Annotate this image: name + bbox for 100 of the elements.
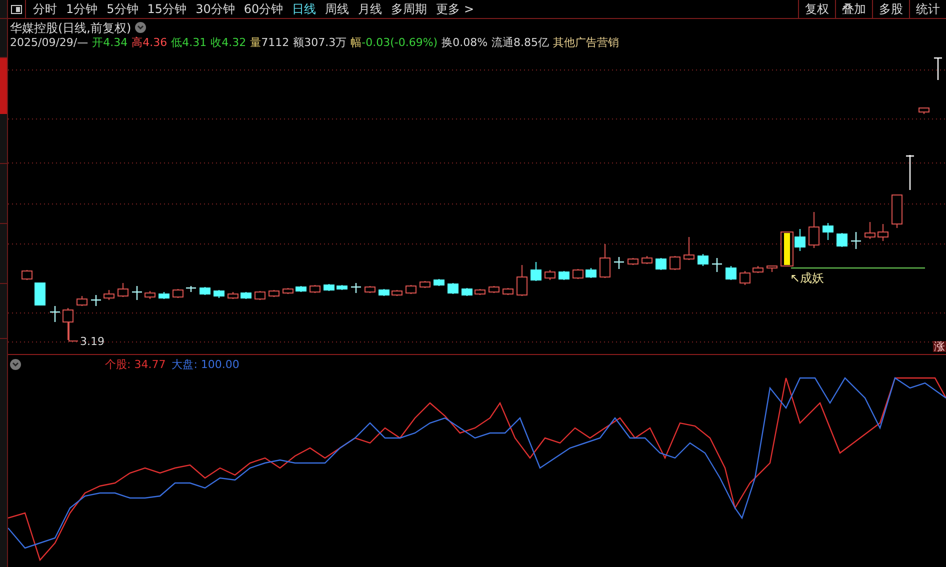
- candlestick: [684, 236, 694, 260]
- quote-text: 7112: [261, 36, 290, 48]
- candlestick: [544, 270, 556, 280]
- chevron-down-icon[interactable]: [10, 359, 21, 370]
- candlestick: [214, 290, 224, 298]
- chart-title: 华媒控股(日线,前复权): [10, 22, 132, 34]
- candlestick: [726, 266, 736, 280]
- panel-toggle-icon[interactable]: [8, 0, 26, 18]
- candlestick: [351, 283, 361, 293]
- candlestick: [254, 290, 266, 300]
- candlestick: [864, 222, 876, 240]
- signal-label: ↖成妖: [790, 272, 824, 284]
- quote-date: 2025/09/29/—: [10, 36, 88, 48]
- period-tab[interactable]: 月线: [358, 3, 382, 15]
- candlestick: [268, 290, 280, 298]
- candlestick: [144, 290, 156, 300]
- period-tab[interactable]: 60分钟: [244, 3, 284, 15]
- candlestick: [172, 288, 184, 298]
- candlestick: [324, 284, 334, 292]
- leader-line: [68, 322, 78, 342]
- quote-text: 低4.31: [171, 36, 207, 48]
- candlestick: [392, 290, 402, 296]
- candlestick: [62, 308, 74, 340]
- period-tab[interactable]: 1分钟: [66, 3, 98, 15]
- chevron-down-icon[interactable]: [135, 22, 146, 33]
- candlestick: [670, 256, 680, 270]
- rise-badge: 涨: [933, 341, 946, 352]
- candlestick: [282, 288, 294, 294]
- period-tab[interactable]: 多周期: [391, 3, 428, 15]
- candlestick: [572, 268, 584, 280]
- candlestick: [516, 264, 528, 296]
- candlestick: [586, 268, 596, 278]
- candlestick: [228, 292, 238, 300]
- quote-text: 额307.3万: [293, 36, 347, 48]
- period-tab[interactable]: 15分钟: [147, 3, 187, 15]
- candlestick: [91, 295, 101, 306]
- candlestick: [892, 194, 902, 228]
- period-tab[interactable]: 30分钟: [196, 3, 235, 15]
- candlestick: [628, 258, 638, 266]
- toolbar-button[interactable]: 统计: [909, 0, 946, 18]
- candlestick: [22, 270, 32, 280]
- candlestick: [118, 282, 128, 298]
- candlestick: [488, 286, 500, 294]
- candlestick: [296, 286, 306, 292]
- candlestick: [766, 266, 778, 272]
- period-tab[interactable]: 更多 >: [436, 3, 474, 15]
- period-tab[interactable]: 周线: [325, 3, 350, 15]
- candlestick: [104, 290, 114, 300]
- candlestick: [406, 284, 416, 294]
- candlestick: [462, 288, 472, 296]
- candlestick: [34, 282, 46, 306]
- candlestick: [906, 155, 914, 190]
- candlestick: [822, 222, 834, 240]
- period-tab[interactable]: 分时: [33, 3, 57, 15]
- quote-text: 量: [250, 36, 262, 48]
- quote-text: 收4.32: [210, 36, 246, 48]
- toolbar-button[interactable]: 叠加: [835, 0, 872, 18]
- candlestick: [918, 108, 930, 114]
- candlestick: [878, 224, 888, 242]
- candlestick: [851, 232, 861, 249]
- candlestick: [310, 284, 320, 294]
- candlestick: [808, 212, 820, 248]
- sector-label: 其他广告营销: [553, 36, 620, 48]
- candlestick: [434, 278, 444, 286]
- candlestick: [502, 288, 514, 296]
- legend-label: 个股: 34.77: [105, 359, 166, 370]
- quote-text: 流通8.85亿: [492, 36, 550, 48]
- quote-text: 幅: [350, 36, 362, 48]
- candlestick: [656, 258, 666, 270]
- quote-text: 高: [132, 36, 143, 48]
- quote-text: 4.36: [142, 36, 168, 48]
- toolbar-button[interactable]: 多股: [872, 0, 909, 18]
- candlestick: [364, 286, 376, 294]
- candlestick: [698, 254, 708, 266]
- candlestick: [336, 284, 348, 290]
- candlestick: [240, 292, 252, 300]
- candlestick: [712, 258, 722, 272]
- candlestick: [50, 306, 60, 322]
- period-tab[interactable]: 5分钟: [106, 3, 138, 15]
- candlestick: [158, 292, 170, 300]
- candlestick: [530, 262, 542, 282]
- low-price-label: 3.19: [80, 336, 104, 347]
- quote-text: 开4.34: [92, 36, 128, 48]
- candlestick: [186, 286, 196, 292]
- candlestick: [558, 270, 570, 280]
- candlestick: [420, 280, 430, 288]
- quote-text: 换0.08%: [442, 36, 488, 48]
- legend-label: 大盘: 100.00: [172, 359, 240, 370]
- candlestick: [934, 57, 942, 80]
- candlestick: [76, 296, 88, 306]
- candlestick: [642, 256, 652, 264]
- quote-text: -0.03(-0.69%): [362, 36, 438, 48]
- candlestick: [378, 288, 390, 296]
- candlestick: [752, 266, 764, 274]
- candlestick: [600, 244, 610, 278]
- candlestick: [448, 282, 458, 294]
- candlestick: [132, 286, 142, 300]
- period-tab[interactable]: 日线: [292, 3, 316, 15]
- candlestick: [836, 232, 848, 248]
- toolbar-button[interactable]: 复权: [798, 0, 835, 18]
